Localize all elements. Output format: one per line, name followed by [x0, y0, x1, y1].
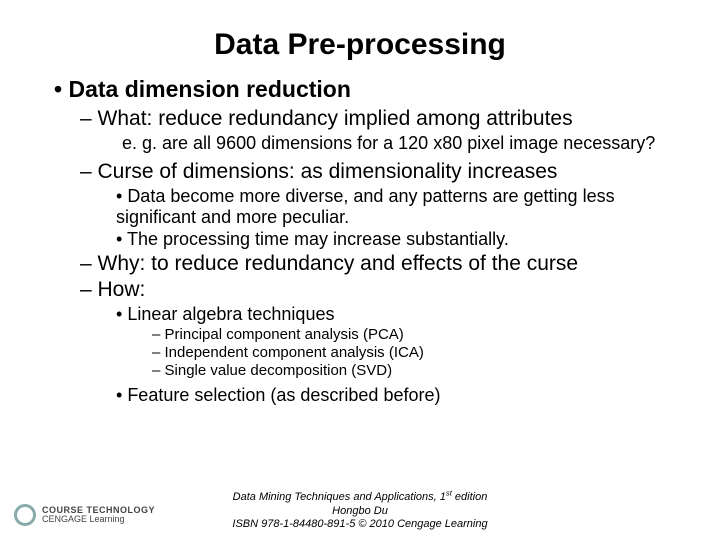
footer-line-3: ISBN 978-1-84480-891-5 © 2010 Cengage Le… — [232, 518, 487, 530]
bullet-curse: Curse of dimensions: as dimensionality i… — [80, 160, 680, 184]
curse-sub-2: The processing time may increase substan… — [116, 229, 680, 250]
tech-svd: Single value decomposition (SVD) — [152, 362, 680, 379]
footer-edition-word: edition — [452, 491, 487, 503]
footer-line-2: Hongbo Du — [332, 505, 388, 517]
slide-title: Data Pre-processing — [40, 28, 680, 62]
bullet-what: What: reduce redundancy implied among at… — [80, 107, 680, 131]
footer-book-title: Data Mining Techniques and Applications,… — [233, 491, 446, 503]
logo-line-2: CENGAGE Learning — [42, 514, 125, 524]
slide: Data Pre-processing Data dimension reduc… — [0, 0, 720, 540]
curse-sub-1: Data become more diverse, and any patter… — [116, 186, 680, 228]
example-text: e. g. are all 9600 dimensions for a 120 … — [122, 133, 680, 154]
publisher-logo: COURSE TECHNOLOGY CENGAGE Learning — [14, 504, 155, 526]
tech-pca: Principal component analysis (PCA) — [152, 326, 680, 343]
bullet-l1: Data dimension reduction — [54, 76, 680, 103]
bullet-why: Why: to reduce redundancy and effects of… — [80, 252, 680, 276]
how-feature-selection: Feature selection (as described before) — [116, 385, 680, 406]
logo-text: COURSE TECHNOLOGY CENGAGE Learning — [42, 506, 155, 525]
tech-ica: Independent component analysis (ICA) — [152, 344, 680, 361]
footer-line-1: Data Mining Techniques and Applications,… — [233, 491, 488, 503]
bullet-how: How: — [80, 278, 680, 302]
how-linear: Linear algebra techniques — [116, 304, 680, 325]
logo-ring-icon — [14, 504, 36, 526]
